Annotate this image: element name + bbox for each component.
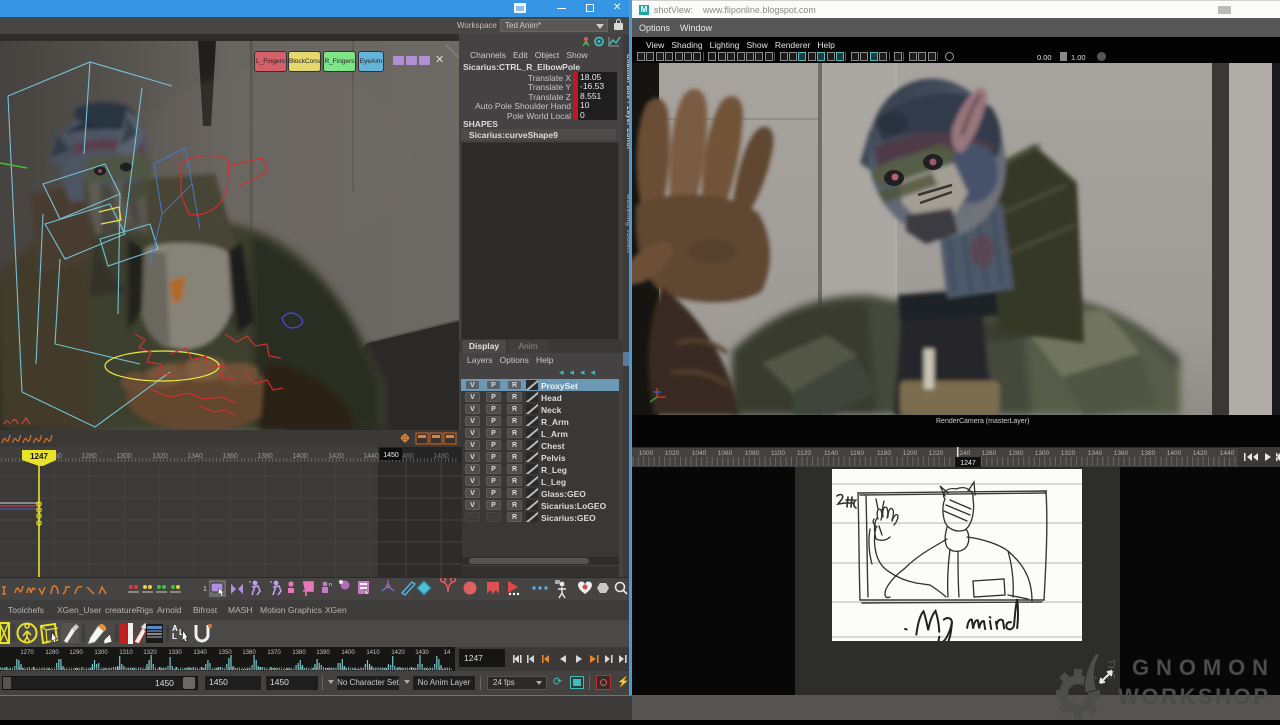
svg-text:1020: 1020 <box>665 450 680 457</box>
svg-text:1430: 1430 <box>415 650 429 656</box>
svg-text:1320: 1320 <box>1061 450 1076 457</box>
svg-text:1360: 1360 <box>222 453 238 460</box>
svg-text:1400: 1400 <box>292 453 308 460</box>
svg-text:1270: 1270 <box>20 650 34 656</box>
svg-text:1440: 1440 <box>1220 450 1235 457</box>
svg-text:1480: 1480 <box>433 453 449 460</box>
svg-text:1260: 1260 <box>982 450 997 457</box>
svg-text:1220: 1220 <box>929 450 944 457</box>
svg-text:1200: 1200 <box>903 450 918 457</box>
svg-text:1120: 1120 <box>797 450 811 457</box>
svg-text:1080: 1080 <box>745 450 760 457</box>
svg-text:1320: 1320 <box>143 650 157 656</box>
svg-text:1390: 1390 <box>316 650 330 656</box>
svg-text:1060: 1060 <box>718 450 733 457</box>
svg-text:1420: 1420 <box>1193 450 1208 457</box>
svg-text:1360: 1360 <box>242 650 256 656</box>
svg-text:1247: 1247 <box>464 653 483 663</box>
svg-text:WORKSHOP: WORKSHOP <box>1118 684 1268 709</box>
svg-text:14: 14 <box>444 650 451 656</box>
svg-text:1400: 1400 <box>341 650 355 656</box>
svg-text:1350: 1350 <box>218 650 232 656</box>
svg-text:1140: 1140 <box>824 450 838 457</box>
svg-text:1380: 1380 <box>292 650 306 656</box>
svg-text:1380: 1380 <box>1141 450 1156 457</box>
svg-text:1340: 1340 <box>193 650 207 656</box>
svg-text:1160: 1160 <box>850 450 864 457</box>
svg-text:1247: 1247 <box>960 460 976 467</box>
svg-text:1180: 1180 <box>877 450 891 457</box>
svg-text:1300: 1300 <box>94 650 108 656</box>
svg-text:1370: 1370 <box>267 650 281 656</box>
svg-text:1360: 1360 <box>1114 450 1129 457</box>
svg-text:1310: 1310 <box>119 650 133 656</box>
svg-text:1280: 1280 <box>45 650 59 656</box>
svg-text:1290: 1290 <box>69 650 83 656</box>
svg-text:1380: 1380 <box>257 453 273 460</box>
svg-text:1: 1 <box>203 586 207 593</box>
svg-text:1040: 1040 <box>692 450 707 457</box>
svg-text:1100: 1100 <box>771 450 785 457</box>
svg-text:1440: 1440 <box>363 453 379 460</box>
svg-text:*: * <box>270 581 272 587</box>
svg-text:1300: 1300 <box>116 453 132 460</box>
svg-text:1340: 1340 <box>187 453 203 460</box>
svg-text:1340: 1340 <box>1088 450 1103 457</box>
svg-text:1000: 1000 <box>639 450 654 457</box>
svg-text:1400: 1400 <box>1167 450 1182 457</box>
svg-text:1247: 1247 <box>30 452 48 461</box>
svg-text:L: L <box>172 632 177 641</box>
svg-text:1420: 1420 <box>391 650 405 656</box>
svg-text:1280: 1280 <box>1009 450 1024 457</box>
svg-text:GNOMON: GNOMON <box>1132 655 1268 680</box>
svg-text:1320: 1320 <box>152 453 168 460</box>
svg-text:1300: 1300 <box>1035 450 1050 457</box>
svg-text:1330: 1330 <box>168 650 182 656</box>
svg-text:n: n <box>329 582 332 588</box>
svg-text:1450: 1450 <box>383 452 399 459</box>
svg-text:*: * <box>249 581 251 587</box>
svg-text:1280: 1280 <box>81 453 97 460</box>
svg-text:1410: 1410 <box>366 650 380 656</box>
svg-text:1420: 1420 <box>328 453 344 460</box>
